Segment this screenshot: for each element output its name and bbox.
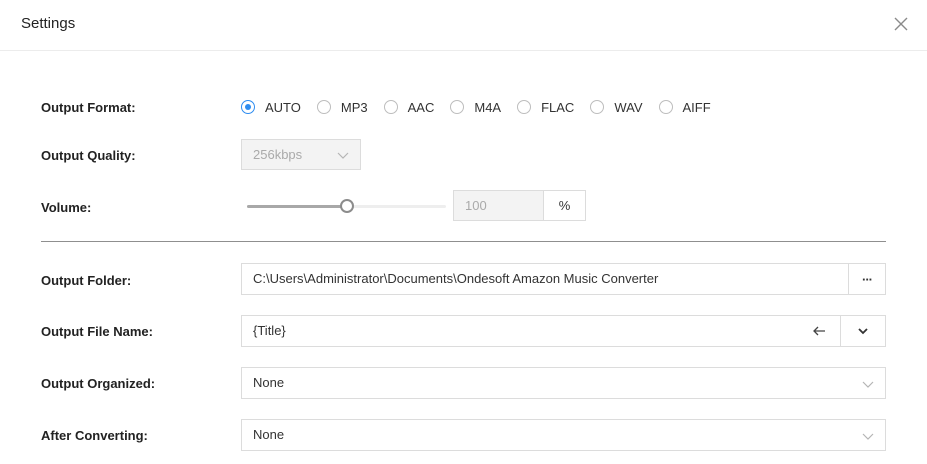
volume-input: 100 bbox=[453, 190, 544, 221]
dialog-title: Settings bbox=[21, 15, 76, 32]
output-format-radio-group: AUTO MP3 AAC M4A FLAC WAV AIFF bbox=[241, 98, 727, 116]
output-folder-value: C:\Users\Administrator\Documents\Ondesof… bbox=[253, 271, 659, 286]
volume-slider-thumb[interactable] bbox=[339, 199, 354, 213]
file-name-tags-button[interactable] bbox=[840, 315, 886, 347]
output-file-name-label: Output File Name: bbox=[41, 324, 153, 339]
radio-icon bbox=[517, 100, 532, 114]
section-divider bbox=[41, 241, 886, 242]
output-format-label: Output Format: bbox=[41, 100, 136, 115]
format-option-aac[interactable]: AAC bbox=[383, 100, 434, 115]
more-icon: ··· bbox=[862, 271, 873, 287]
close-icon[interactable] bbox=[893, 16, 909, 32]
output-organized-label: Output Organized: bbox=[41, 376, 156, 391]
radio-icon bbox=[316, 100, 331, 114]
format-option-m4a[interactable]: M4A bbox=[450, 100, 501, 115]
after-converting-value: None bbox=[253, 427, 285, 442]
output-folder-field[interactable]: C:\Users\Administrator\Documents\Ondesof… bbox=[241, 263, 849, 295]
volume-slider[interactable] bbox=[247, 199, 446, 213]
radio-icon bbox=[658, 100, 673, 114]
volume-slider-fill bbox=[247, 205, 347, 208]
volume-label: Volume: bbox=[41, 200, 92, 215]
dialog-header: Settings bbox=[0, 0, 927, 51]
format-option-flac[interactable]: FLAC bbox=[517, 100, 574, 115]
radio-selected-icon bbox=[241, 100, 255, 114]
chevron-down-icon bbox=[858, 328, 868, 335]
output-quality-value: 256kbps bbox=[253, 147, 303, 162]
output-quality-label: Output Quality: bbox=[41, 148, 136, 163]
after-converting-select[interactable]: None bbox=[241, 419, 886, 451]
format-option-wav[interactable]: WAV bbox=[590, 100, 643, 115]
output-folder-label: Output Folder: bbox=[41, 273, 132, 288]
output-file-name-field[interactable]: {Title} bbox=[241, 315, 841, 347]
after-converting-label: After Converting: bbox=[41, 428, 148, 443]
radio-icon bbox=[590, 100, 605, 114]
arrow-left-icon[interactable] bbox=[812, 325, 826, 337]
radio-icon bbox=[450, 100, 465, 114]
output-organized-select[interactable]: None bbox=[241, 367, 886, 399]
chevron-down-icon bbox=[862, 381, 874, 388]
format-option-aiff[interactable]: AIFF bbox=[658, 100, 711, 115]
chevron-down-icon bbox=[337, 152, 349, 159]
browse-folder-button[interactable]: ··· bbox=[848, 263, 886, 295]
output-file-name-value: {Title} bbox=[253, 323, 286, 338]
radio-icon bbox=[383, 100, 398, 114]
volume-unit: % bbox=[543, 190, 586, 221]
format-option-auto[interactable]: AUTO bbox=[241, 100, 301, 115]
format-option-mp3[interactable]: MP3 bbox=[316, 100, 368, 115]
chevron-down-icon bbox=[862, 433, 874, 440]
output-organized-value: None bbox=[253, 375, 285, 390]
output-quality-select: 256kbps bbox=[241, 139, 361, 170]
